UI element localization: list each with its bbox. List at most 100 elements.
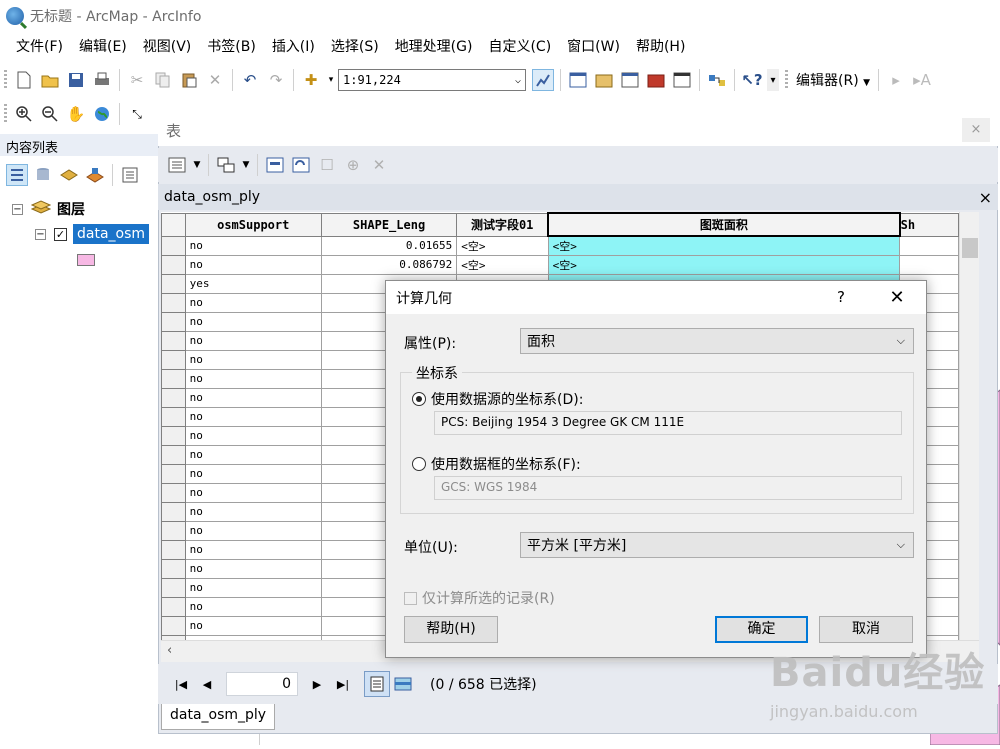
- table-cell[interactable]: no: [184, 387, 322, 408]
- row-selector[interactable]: [161, 330, 186, 351]
- menu-view[interactable]: 视图(V): [135, 34, 200, 60]
- fixed-zoom-in-icon[interactable]: ⤡: [126, 103, 148, 125]
- save-icon[interactable]: [65, 69, 87, 91]
- cut-icon[interactable]: ✂: [126, 69, 148, 91]
- collapse-icon[interactable]: −: [12, 203, 23, 215]
- radio-selected-icon[interactable]: [412, 392, 426, 406]
- zoom-in-icon[interactable]: [13, 103, 35, 125]
- menu-selection[interactable]: 选择(S): [323, 34, 387, 60]
- delete-icon[interactable]: ✕: [204, 69, 226, 91]
- editor-menu[interactable]: 编辑器(R) ▼: [792, 70, 874, 90]
- close-icon[interactable]: ✕: [882, 281, 912, 314]
- undo-icon[interactable]: ↶: [239, 69, 261, 91]
- arctoolbox-icon[interactable]: [645, 69, 667, 91]
- toc-options-icon[interactable]: [119, 164, 141, 186]
- toolbar-grip[interactable]: [785, 70, 788, 90]
- table-row[interactable]: no 0.086792 <空> <空>: [161, 254, 959, 275]
- row-selector[interactable]: [161, 292, 186, 313]
- row-selector[interactable]: [161, 406, 186, 427]
- close-icon[interactable]: ×: [962, 118, 990, 142]
- map-scale-combo[interactable]: 1:91,224 ⌵: [338, 69, 526, 91]
- paste-icon[interactable]: [178, 69, 200, 91]
- python-window-icon[interactable]: [671, 69, 693, 91]
- table-cell[interactable]: no: [184, 463, 322, 484]
- menu-help[interactable]: 帮助(H): [628, 34, 693, 60]
- menu-windows[interactable]: 窗口(W): [559, 34, 628, 60]
- clear-selection-icon[interactable]: ☐: [316, 154, 338, 176]
- list-by-source-icon[interactable]: [32, 164, 54, 186]
- row-selector[interactable]: [161, 463, 186, 484]
- row-selector[interactable]: [161, 311, 186, 332]
- new-document-icon[interactable]: [13, 69, 35, 91]
- toolbar-grip[interactable]: [4, 70, 7, 90]
- table-cell[interactable]: no: [184, 501, 322, 522]
- ok-button[interactable]: 确定: [715, 616, 808, 643]
- column-header-selected[interactable]: 图斑面积: [547, 212, 901, 237]
- table-cell[interactable]: [899, 235, 959, 256]
- zoom-to-selected-icon[interactable]: ⊕: [342, 154, 364, 176]
- row-selector[interactable]: [161, 368, 186, 389]
- row-selector[interactable]: [161, 349, 186, 370]
- table-cell[interactable]: [899, 254, 959, 275]
- table-cell[interactable]: 0.086792: [320, 254, 458, 275]
- table-row[interactable]: no 0.01655 <空> <空>: [161, 235, 959, 256]
- close-icon[interactable]: ×: [979, 188, 992, 207]
- menu-insert[interactable]: 插入(I): [264, 34, 323, 60]
- unit-combo[interactable]: 平方米 [平方米] ⌵: [520, 532, 914, 558]
- chevron-down-icon[interactable]: ▼: [192, 154, 202, 176]
- menu-bookmarks[interactable]: 书签(B): [199, 34, 264, 60]
- radio-unselected-icon[interactable]: [412, 457, 426, 471]
- related-tables-icon[interactable]: [215, 154, 237, 176]
- open-folder-icon[interactable]: [39, 69, 61, 91]
- modelbuilder-icon[interactable]: [706, 69, 728, 91]
- row-selector[interactable]: [161, 254, 186, 275]
- table-cell[interactable]: no: [184, 577, 322, 598]
- row-selector[interactable]: [161, 558, 186, 579]
- vertical-scrollbar[interactable]: [959, 212, 979, 640]
- row-selector[interactable]: [161, 387, 186, 408]
- column-header[interactable]: osmSupport: [184, 212, 322, 237]
- pan-hand-icon[interactable]: ✋: [65, 103, 87, 125]
- table-cell[interactable]: no: [184, 330, 322, 351]
- column-header[interactable]: 测试字段01: [456, 212, 549, 237]
- row-selector[interactable]: [161, 615, 186, 636]
- table-cell[interactable]: no: [184, 368, 322, 389]
- next-record-icon[interactable]: ▶: [306, 673, 328, 695]
- table-cell[interactable]: no: [184, 558, 322, 579]
- list-by-drawing-order-icon[interactable]: [6, 164, 28, 186]
- row-selector[interactable]: [161, 501, 186, 522]
- table-cell[interactable]: no: [184, 254, 322, 275]
- table-options-icon[interactable]: [166, 154, 188, 176]
- row-selector-header[interactable]: [161, 212, 186, 237]
- zoom-out-icon[interactable]: [39, 103, 61, 125]
- search-window-icon[interactable]: [619, 69, 641, 91]
- table-cell[interactable]: no: [184, 520, 322, 541]
- switch-selection-icon[interactable]: [290, 154, 312, 176]
- toc-window-icon[interactable]: [567, 69, 589, 91]
- row-selector[interactable]: [161, 482, 186, 503]
- row-selector[interactable]: [161, 444, 186, 465]
- help-button[interactable]: 帮助(H): [404, 616, 498, 643]
- table-cell[interactable]: <空>: [456, 254, 549, 275]
- chevron-down-icon[interactable]: ▾: [326, 69, 336, 91]
- menu-geoprocessing[interactable]: 地理处理(G): [387, 34, 481, 60]
- catalog-window-icon[interactable]: [593, 69, 615, 91]
- first-record-icon[interactable]: |◀: [170, 673, 192, 695]
- row-selector[interactable]: [161, 520, 186, 541]
- table-cell[interactable]: no: [184, 539, 322, 560]
- table-cell[interactable]: no: [184, 235, 322, 256]
- edit-annotation-icon[interactable]: ▸A: [911, 69, 933, 91]
- table-cell[interactable]: 0.01655: [320, 235, 458, 256]
- whats-this-icon[interactable]: ↖?: [741, 69, 763, 91]
- table-bottom-tab[interactable]: data_osm_ply: [161, 704, 275, 730]
- show-selected-records-icon[interactable]: [392, 673, 414, 695]
- table-window-titlebar[interactable]: 表 ×: [158, 114, 998, 146]
- full-extent-globe-icon[interactable]: [91, 103, 113, 125]
- current-record-field[interactable]: 0: [226, 672, 298, 696]
- last-record-icon[interactable]: ▶|: [332, 673, 354, 695]
- table-cell[interactable]: <空>: [547, 235, 901, 256]
- toc-root-layers[interactable]: − 图层: [12, 199, 85, 219]
- menu-edit[interactable]: 编辑(E): [71, 34, 135, 60]
- use-source-cs-option[interactable]: 使用数据源的坐标系(D):: [412, 389, 583, 409]
- table-cell[interactable]: no: [184, 596, 322, 617]
